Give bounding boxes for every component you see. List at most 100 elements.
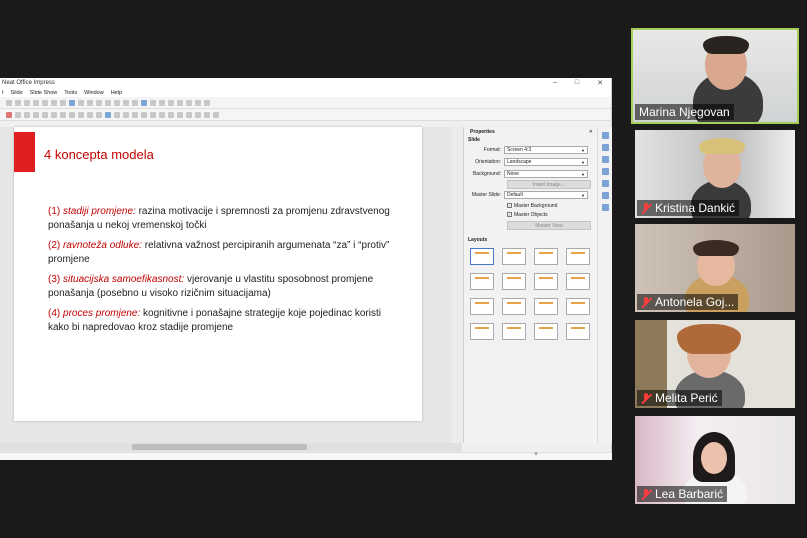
toolbar-icon[interactable] bbox=[78, 99, 84, 106]
toolbar-icon[interactable] bbox=[51, 111, 57, 118]
menu-item-window[interactable]: Window bbox=[84, 90, 104, 96]
scrollbar-thumb[interactable] bbox=[132, 444, 307, 450]
layout-option[interactable] bbox=[566, 298, 590, 315]
participant-tile[interactable]: Melita Perić bbox=[635, 320, 795, 408]
layout-option[interactable] bbox=[566, 273, 590, 290]
toolbar-icon[interactable] bbox=[168, 99, 174, 106]
vertical-scrollbar[interactable] bbox=[452, 127, 462, 443]
toolbar-icon[interactable] bbox=[51, 99, 57, 106]
toolbar-icon[interactable] bbox=[204, 99, 210, 106]
toolbar-icon[interactable] bbox=[69, 99, 75, 106]
master-objects-checkbox[interactable]: ✓ Master Objects bbox=[507, 210, 597, 219]
toolbar-icon[interactable] bbox=[123, 111, 129, 118]
toolbar-icon[interactable] bbox=[114, 99, 120, 106]
toolbar-icon[interactable] bbox=[60, 99, 66, 106]
toolbar-icon[interactable] bbox=[177, 99, 183, 106]
master-slide-select[interactable]: Default ▼ bbox=[504, 191, 588, 199]
styles-icon[interactable] bbox=[601, 180, 609, 187]
toolbar-icon[interactable] bbox=[87, 111, 93, 118]
close-window-button[interactable]: ✕ bbox=[597, 79, 603, 87]
slide-title[interactable]: 4 koncepta modela bbox=[44, 147, 154, 162]
participant-tile[interactable]: Antonela Goj... bbox=[635, 224, 795, 312]
layout-option[interactable] bbox=[470, 273, 494, 290]
layout-option[interactable] bbox=[534, 273, 558, 290]
toolbar-icon[interactable] bbox=[150, 111, 156, 118]
toolbar-icon[interactable] bbox=[132, 99, 138, 106]
toolbar-icon[interactable] bbox=[24, 111, 30, 118]
toolbar-icon[interactable] bbox=[159, 99, 165, 106]
format-select[interactable]: Screen 4:3 ▼ bbox=[504, 146, 588, 154]
toolbar-icon[interactable] bbox=[6, 111, 12, 118]
toolbar-icon[interactable] bbox=[132, 111, 138, 118]
toolbar-icon[interactable] bbox=[69, 111, 75, 118]
menu-item-tools[interactable]: Tools bbox=[64, 90, 77, 96]
background-select[interactable]: None ▼ bbox=[504, 170, 588, 178]
menu-item-format[interactable]: t bbox=[2, 90, 4, 96]
insert-image-button[interactable]: Insert Image... bbox=[507, 180, 591, 189]
layout-option[interactable] bbox=[534, 323, 558, 340]
toolbar-icon[interactable] bbox=[42, 111, 48, 118]
toolbar-icon[interactable] bbox=[195, 111, 201, 118]
toolbar-icon[interactable] bbox=[33, 111, 39, 118]
layouts-section-title[interactable]: Layouts bbox=[464, 236, 597, 244]
toolbar-icon[interactable] bbox=[15, 99, 21, 106]
horizontal-scrollbar[interactable] bbox=[0, 443, 462, 451]
toolbar-icon[interactable] bbox=[141, 99, 147, 106]
minimize-button[interactable]: – bbox=[553, 79, 557, 87]
layout-option[interactable] bbox=[502, 273, 526, 290]
toolbar-icon[interactable] bbox=[204, 111, 210, 118]
layout-option[interactable] bbox=[566, 323, 590, 340]
layout-option[interactable] bbox=[470, 323, 494, 340]
toolbar-icon[interactable] bbox=[15, 111, 21, 118]
layout-option[interactable] bbox=[502, 248, 526, 265]
toolbar-icon[interactable] bbox=[105, 111, 111, 118]
toolbar-icon[interactable] bbox=[150, 99, 156, 106]
toolbar-icon[interactable] bbox=[186, 99, 192, 106]
master-slides-icon[interactable] bbox=[601, 168, 609, 175]
layout-option[interactable] bbox=[566, 248, 590, 265]
toolbar-icon[interactable] bbox=[168, 111, 174, 118]
zoom-in-icon[interactable]: + bbox=[534, 451, 538, 458]
animation-icon[interactable] bbox=[601, 156, 609, 163]
layout-option[interactable] bbox=[534, 298, 558, 315]
toolbar-icon[interactable] bbox=[186, 111, 192, 118]
toolbar-icon[interactable] bbox=[6, 99, 12, 106]
master-view-button[interactable]: Master View bbox=[507, 221, 591, 230]
layout-option[interactable] bbox=[470, 298, 494, 315]
properties-icon[interactable] bbox=[601, 132, 609, 139]
toolbar-icon[interactable] bbox=[123, 99, 129, 106]
master-background-checkbox[interactable]: ✓ Master Background bbox=[507, 201, 597, 210]
layout-blank[interactable] bbox=[470, 248, 494, 265]
toolbar-icon[interactable] bbox=[141, 111, 147, 118]
toolbar-icon[interactable] bbox=[33, 99, 39, 106]
maximize-button[interactable]: □ bbox=[575, 79, 579, 87]
gallery-icon[interactable] bbox=[601, 192, 609, 199]
layout-option[interactable] bbox=[502, 323, 526, 340]
toolbar-icon[interactable] bbox=[78, 111, 84, 118]
slide-transition-icon[interactable] bbox=[601, 144, 609, 151]
participant-tile[interactable]: Lea Barbarić bbox=[635, 416, 795, 504]
concept-list[interactable]: (1) stadiji promjene: razina motivacije … bbox=[48, 205, 398, 341]
layout-option[interactable] bbox=[502, 298, 526, 315]
toolbar-icon[interactable] bbox=[114, 111, 120, 118]
toolbar-icon[interactable] bbox=[60, 111, 66, 118]
toolbar-icon[interactable] bbox=[87, 99, 93, 106]
slide-canvas[interactable]: 4 koncepta modela (1) stadiji promjene: … bbox=[14, 127, 422, 421]
navigator-icon[interactable] bbox=[601, 204, 609, 211]
toolbar-icon[interactable] bbox=[42, 99, 48, 106]
toolbar-icon[interactable] bbox=[213, 111, 219, 118]
close-icon[interactable]: ✕ bbox=[589, 129, 597, 135]
toolbar-icon[interactable] bbox=[96, 99, 102, 106]
toolbar-icon[interactable] bbox=[24, 99, 30, 106]
toolbar-icon[interactable] bbox=[105, 99, 111, 106]
participant-tile[interactable]: Kristina Dankić bbox=[635, 130, 795, 218]
layout-option[interactable] bbox=[534, 248, 558, 265]
menu-item-slideshow[interactable]: Slide Show bbox=[30, 90, 58, 96]
orientation-select[interactable]: Landscape ▼ bbox=[504, 158, 588, 166]
menu-item-slide[interactable]: Slide bbox=[11, 90, 23, 96]
slide-section-title[interactable]: Slide bbox=[464, 136, 597, 144]
toolbar-icon[interactable] bbox=[96, 111, 102, 118]
toolbar-icon[interactable] bbox=[195, 99, 201, 106]
toolbar-icon[interactable] bbox=[177, 111, 183, 118]
participant-tile[interactable]: Marina Njegovan bbox=[631, 28, 799, 124]
